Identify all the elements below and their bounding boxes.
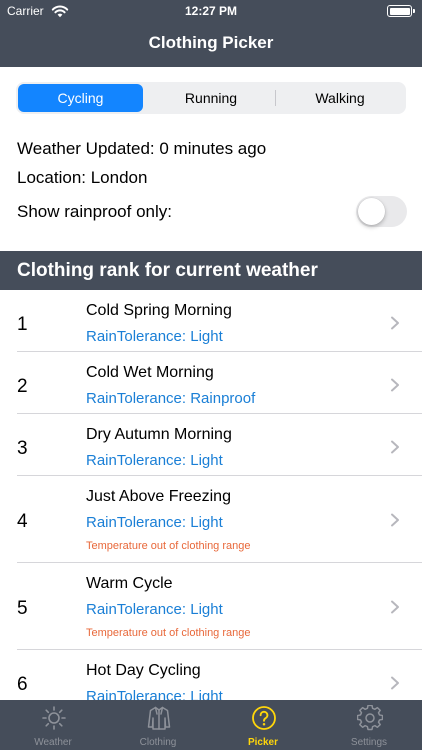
rank-number: 4 bbox=[17, 511, 28, 532]
chevron-right-icon bbox=[391, 513, 399, 527]
rank-number: 6 bbox=[17, 674, 28, 695]
section-header: Clothing rank for current weather bbox=[0, 251, 422, 290]
range-warning: Temperature out of clothing range bbox=[86, 627, 251, 639]
tab-label: Clothing bbox=[139, 737, 177, 748]
sun-icon bbox=[42, 706, 66, 730]
chevron-right-icon bbox=[391, 676, 399, 690]
weather-updated-label: Weather Updated: 0 minutes ago bbox=[17, 139, 267, 158]
segment-running[interactable]: Running bbox=[146, 84, 276, 112]
rain-tolerance: RainTolerance: Light bbox=[86, 514, 223, 531]
tab-bar: Weather Clothing Picker Settings bbox=[0, 700, 422, 750]
chevron-right-icon bbox=[391, 316, 399, 330]
question-circle-icon bbox=[252, 706, 276, 730]
status-time: 12:27 PM bbox=[184, 4, 238, 18]
status-bar: Carrier 12:27 PM bbox=[0, 0, 422, 22]
rain-tolerance: RainTolerance: Rainproof bbox=[86, 390, 256, 407]
clothing-row[interactable]: 2 Cold Wet Morning RainTolerance: Rainpr… bbox=[0, 352, 422, 414]
clothing-name: Cold Spring Morning bbox=[86, 302, 232, 319]
rainproof-label: Show rainproof only: bbox=[17, 202, 172, 221]
rain-tolerance: RainTolerance: Light bbox=[86, 328, 223, 345]
range-warning: Temperature out of clothing range bbox=[86, 540, 251, 552]
rank-number: 3 bbox=[17, 438, 28, 459]
activity-segmented-control: Cycling Running Walking bbox=[16, 82, 406, 114]
tab-label: Weather bbox=[34, 737, 72, 748]
clothing-row[interactable]: 3 Dry Autumn Morning RainTolerance: Ligh… bbox=[0, 414, 422, 476]
rank-number: 1 bbox=[17, 314, 28, 335]
clothing-name: Just Above Freezing bbox=[86, 488, 231, 505]
clothing-row[interactable]: 6 Hot Day Cycling RainTolerance: Light bbox=[0, 650, 422, 700]
chevron-right-icon bbox=[391, 378, 399, 392]
rain-tolerance: RainTolerance: Light bbox=[86, 688, 223, 700]
clothing-row[interactable]: 1 Cold Spring Morning RainTolerance: Lig… bbox=[0, 290, 422, 352]
page-title: Clothing Picker bbox=[148, 33, 274, 52]
clothing-row[interactable]: 4 Just Above Freezing RainTolerance: Lig… bbox=[0, 476, 422, 563]
rank-number: 5 bbox=[17, 598, 28, 619]
location-label: Location: London bbox=[17, 168, 148, 187]
rainproof-toggle[interactable] bbox=[356, 196, 407, 227]
tab-picker[interactable]: Picker bbox=[211, 700, 315, 750]
rank-number: 2 bbox=[17, 376, 28, 397]
navigation-header: Carrier 12:27 PM Clothing Picker bbox=[0, 0, 422, 67]
clothing-name: Dry Autumn Morning bbox=[86, 426, 232, 443]
clothing-list: 1 Cold Spring Morning RainTolerance: Lig… bbox=[0, 290, 422, 700]
rain-tolerance: RainTolerance: Light bbox=[86, 601, 223, 618]
clothing-name: Cold Wet Morning bbox=[86, 364, 214, 381]
tab-settings[interactable]: Settings bbox=[317, 700, 421, 750]
rain-tolerance: RainTolerance: Light bbox=[86, 452, 223, 469]
tab-label: Settings bbox=[350, 737, 388, 748]
clothing-name: Warm Cycle bbox=[86, 575, 173, 592]
segment-cycling[interactable]: Cycling bbox=[18, 84, 143, 112]
battery-icon bbox=[387, 5, 415, 17]
clothing-name: Hot Day Cycling bbox=[86, 662, 201, 679]
chevron-right-icon bbox=[391, 600, 399, 614]
tab-weather[interactable]: Weather bbox=[1, 700, 105, 750]
toggle-knob bbox=[358, 198, 385, 225]
jacket-icon bbox=[147, 706, 171, 730]
gear-icon bbox=[357, 705, 383, 731]
segment-walking[interactable]: Walking bbox=[276, 84, 404, 112]
clothing-row[interactable]: 5 Warm Cycle RainTolerance: Light Temper… bbox=[0, 563, 422, 650]
tab-clothing[interactable]: Clothing bbox=[106, 700, 210, 750]
tab-label: Picker bbox=[247, 737, 279, 748]
chevron-right-icon bbox=[391, 440, 399, 454]
